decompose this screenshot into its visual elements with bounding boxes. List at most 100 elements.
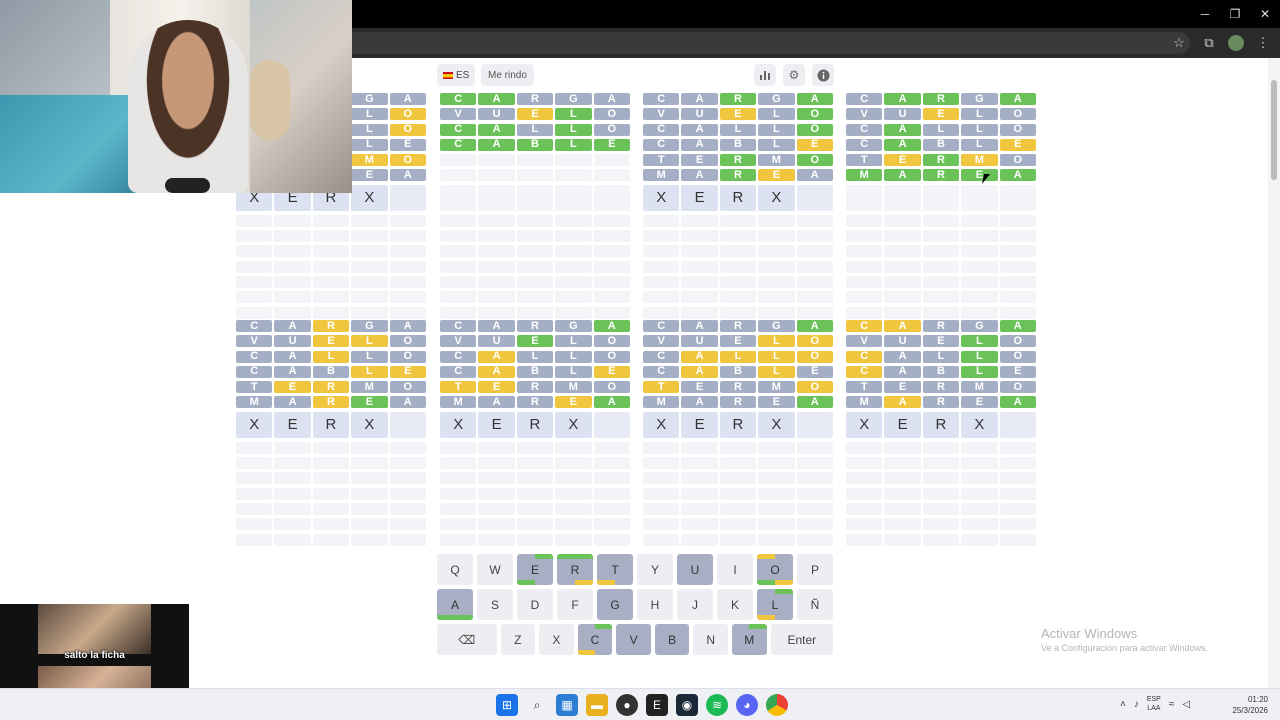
empty-tile	[846, 441, 883, 454]
enter-key[interactable]: Enter	[770, 624, 834, 655]
chevron-up-icon[interactable]: ˄	[1120, 699, 1126, 710]
empty-tile	[922, 306, 960, 319]
key-k[interactable]: K	[717, 589, 753, 620]
tile: L	[719, 350, 757, 363]
epic-games-icon[interactable]: E	[646, 694, 668, 716]
page-scrollbar[interactable]	[1268, 58, 1280, 688]
wifi-icon[interactable]: ≈	[1169, 699, 1175, 710]
empty-tile	[478, 214, 515, 227]
tile: V	[643, 335, 680, 348]
tile: E	[389, 138, 426, 151]
guess-row: CALLO	[846, 123, 1036, 136]
restore-icon[interactable]: ❐	[1220, 0, 1250, 28]
steam-icon[interactable]: ◉	[676, 694, 698, 716]
empty-tile	[593, 306, 630, 319]
empty-tile	[236, 230, 273, 243]
discord-icon[interactable]: ◕	[736, 694, 758, 716]
backspace-key[interactable]: ⌫	[437, 624, 497, 655]
key-label: Y	[650, 562, 659, 577]
scrollbar-thumb[interactable]	[1271, 80, 1277, 180]
key-b[interactable]: B	[654, 624, 690, 655]
chrome-icon[interactable]	[766, 694, 788, 716]
info-icon[interactable]	[812, 64, 834, 86]
give-up-button[interactable]: Me rindo	[481, 64, 534, 86]
key-label: A	[450, 597, 459, 612]
empty-row	[846, 502, 1036, 515]
search-icon[interactable]: ⌕	[526, 694, 548, 716]
tile: A	[389, 396, 426, 409]
start-icon[interactable]: ⊞	[496, 694, 518, 716]
tile: A	[681, 169, 718, 182]
address-bar[interactable]	[300, 32, 1190, 54]
key-w[interactable]: W	[477, 554, 513, 585]
key-o[interactable]: O	[757, 554, 793, 585]
key-y[interactable]: Y	[637, 554, 673, 585]
key-g[interactable]: G	[597, 589, 633, 620]
empty-tile	[478, 518, 515, 531]
key-label: U	[690, 562, 700, 577]
key-status-bar	[757, 615, 775, 620]
bar-chart-icon[interactable]	[754, 64, 776, 86]
minimize-icon[interactable]: ─	[1190, 0, 1220, 28]
key-j[interactable]: J	[677, 589, 713, 620]
empty-tile	[516, 275, 554, 288]
key-z[interactable]: Z	[500, 624, 536, 655]
empty-tile	[389, 502, 426, 515]
tile: R	[922, 320, 960, 332]
guess-row: CARGA	[643, 320, 833, 332]
key-d[interactable]: D	[517, 589, 553, 620]
gear-icon[interactable]: ⚙	[783, 64, 805, 86]
input-language[interactable]: ESP LAA	[1147, 695, 1161, 713]
key-f[interactable]: F	[557, 589, 593, 620]
key-status-bar	[557, 554, 575, 559]
empty-tile	[389, 457, 426, 470]
clock[interactable]: 01:20 25/3/2026	[1232, 694, 1268, 716]
folder-icon[interactable]: ▬	[586, 694, 608, 716]
key-n[interactable]: N	[693, 624, 729, 655]
close-icon[interactable]: ✕	[1250, 0, 1280, 28]
empty-tile	[643, 260, 680, 273]
key-c[interactable]: C	[577, 624, 613, 655]
tile: A	[681, 123, 718, 136]
extensions-icon[interactable]: ⧉	[1198, 32, 1220, 54]
key-t[interactable]: T	[597, 554, 633, 585]
key-i[interactable]: I	[717, 554, 753, 585]
store-icon[interactable]: ▦	[556, 694, 578, 716]
tile: E	[758, 169, 795, 182]
empty-row	[440, 502, 630, 515]
tile: O	[796, 123, 833, 136]
empty-tile	[884, 502, 921, 515]
tile: E	[516, 108, 554, 121]
language-button[interactable]: ES	[437, 64, 476, 86]
kebab-menu-icon[interactable]: ⋮	[1252, 32, 1274, 54]
empty-row	[846, 441, 1036, 454]
guess-row: TERMO	[236, 381, 426, 394]
tile: T	[643, 381, 680, 394]
key-m[interactable]: M	[732, 624, 767, 655]
spotify-icon[interactable]: ≋	[706, 694, 728, 716]
key-a[interactable]: A	[437, 589, 473, 620]
key-e[interactable]: E	[517, 554, 553, 585]
key-q[interactable]: Q	[437, 554, 473, 585]
microphone-icon[interactable]: ♪	[1134, 699, 1139, 710]
empty-tile	[274, 487, 311, 500]
empty-tile	[593, 260, 630, 273]
key-ñ[interactable]: Ñ	[797, 589, 833, 620]
empty-tile	[922, 487, 960, 500]
speaker-icon[interactable]: ◁	[1182, 699, 1190, 710]
key-h[interactable]: H	[637, 589, 673, 620]
key-x[interactable]: X	[539, 624, 574, 655]
bookmark-star-icon[interactable]: ☆	[1168, 32, 1190, 54]
obs-icon[interactable]: ●	[616, 694, 638, 716]
empty-tile	[758, 291, 795, 304]
key-s[interactable]: S	[477, 589, 513, 620]
empty-tile	[922, 518, 960, 531]
key-v[interactable]: V	[616, 624, 651, 655]
key-l[interactable]: L	[757, 589, 793, 620]
profile-avatar[interactable]	[1228, 35, 1244, 51]
key-u[interactable]: U	[677, 554, 713, 585]
key-r[interactable]: R	[557, 554, 593, 585]
guess-row: CABLE	[236, 365, 426, 378]
guess-row: TERMO	[846, 154, 1036, 167]
key-p[interactable]: P	[797, 554, 833, 585]
